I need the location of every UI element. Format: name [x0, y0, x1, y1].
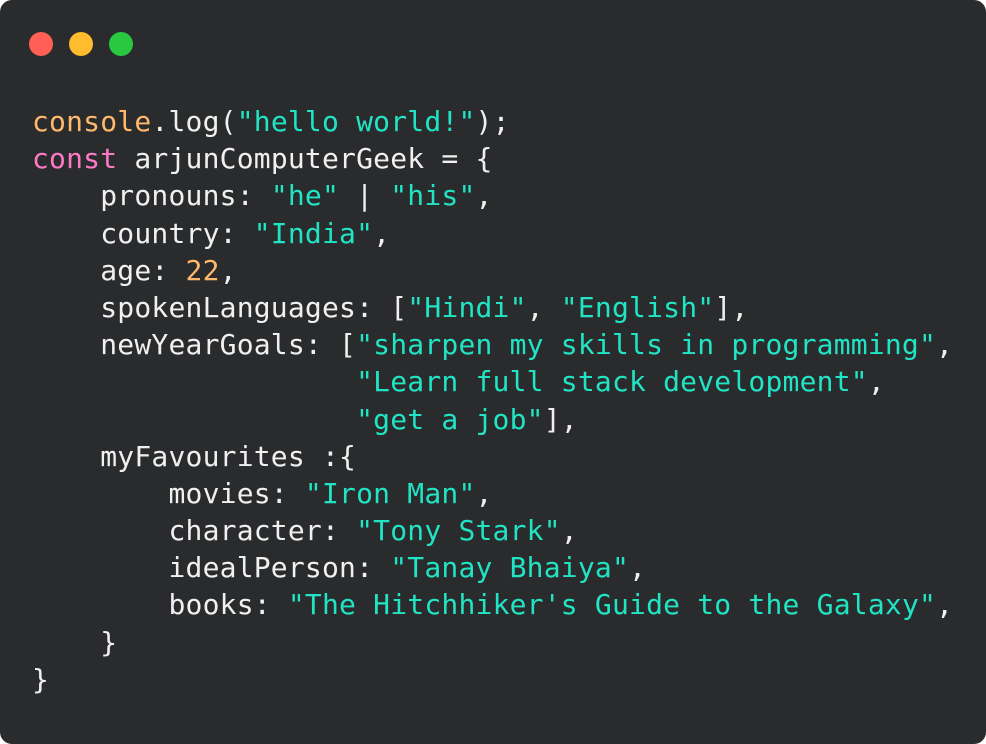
window-controls	[29, 32, 133, 56]
code-line: "Learn full stack development",	[32, 363, 953, 400]
code-token-plain: ,	[475, 476, 493, 510]
code-token-plain: }	[32, 662, 50, 696]
code-token-plain: ,	[936, 328, 954, 362]
code-line: age: 22,	[32, 252, 953, 289]
code-token-string: "Iron Man"	[304, 476, 476, 510]
code-line: pronouns: "he" | "his",	[32, 177, 953, 214]
code-token-plain: arjunComputerGeek = {	[117, 142, 493, 176]
code-token-plain: myFavourites :{	[32, 439, 357, 473]
code-line: character: "Tony Stark",	[32, 512, 953, 549]
code-token-plain: books:	[32, 588, 288, 622]
code-token-number: 22	[185, 253, 220, 287]
code-token-plain: idealPerson:	[32, 551, 391, 585]
code-token-plain: ],	[543, 402, 578, 436]
code-token-plain: |	[339, 179, 391, 213]
code-token-plain: ,	[560, 514, 578, 548]
code-token-keyword: const	[32, 142, 118, 176]
code-token-plain: ,	[475, 179, 493, 213]
code-token-plain: newYearGoals: [	[32, 328, 357, 362]
code-token-plain: ,	[373, 216, 391, 250]
code-token-string: "he"	[270, 179, 340, 213]
code-token-string: "India"	[253, 216, 374, 250]
code-token-plain: ,	[936, 588, 954, 622]
code-token-plain: character:	[32, 514, 357, 548]
code-token-string: "hello world!"	[236, 105, 476, 138]
code-token-plain: ,	[867, 365, 885, 399]
code-token-plain: );	[475, 105, 510, 138]
code-line: }	[32, 624, 953, 661]
code-token-string: "English"	[560, 290, 715, 324]
code-token-plain: ,	[629, 551, 647, 585]
code-token-string: "Tony Stark"	[356, 514, 561, 548]
code-token-plain: movies:	[32, 476, 305, 510]
code-line: country: "India",	[32, 215, 953, 252]
code-line: movies: "Iron Man",	[32, 475, 953, 512]
code-token-plain: }	[32, 625, 118, 659]
code-line: newYearGoals: ["sharpen my skills in pro…	[32, 326, 953, 363]
code-token-string: "get a job"	[356, 402, 544, 436]
minimize-button[interactable]	[69, 32, 93, 56]
code-line: "get a job"],	[32, 401, 953, 438]
close-button[interactable]	[29, 32, 53, 56]
code-line: myFavourites :{	[32, 438, 953, 475]
code-token-string: "Learn full stack development"	[356, 365, 868, 399]
code-line: const arjunComputerGeek = {	[32, 140, 953, 177]
code-token-string: "his"	[390, 179, 476, 213]
code-token-plain: .log(	[151, 105, 237, 138]
code-window: console.log("hello world!"); const arjunC…	[0, 0, 986, 744]
code-token-plain: spokenLanguages: [	[32, 290, 408, 324]
code-line: books: "The Hitchhiker's Guide to the Ga…	[32, 586, 953, 623]
code-token-plain: ],	[714, 290, 749, 324]
code-token-string: "Tanay Bhaiya"	[390, 551, 630, 585]
code-token-string: "Hindi"	[407, 290, 527, 324]
maximize-button[interactable]	[109, 32, 133, 56]
code-block: console.log("hello world!"); const arjunC…	[32, 103, 953, 698]
code-token-string: "The Hitchhiker's Guide to the Galaxy"	[287, 588, 937, 622]
code-token-plain: ,	[526, 290, 561, 324]
code-token-plain: country:	[32, 216, 254, 250]
code-token-plain: age:	[32, 253, 186, 287]
code-line: spokenLanguages: ["Hindi", "English"],	[32, 289, 953, 326]
code-line: console.log("hello world!");	[32, 103, 953, 140]
code-token-builtin: console	[32, 105, 152, 138]
code-line: }	[32, 661, 953, 698]
code-token-plain: ,	[219, 253, 237, 287]
code-line: idealPerson: "Tanay Bhaiya",	[32, 549, 953, 586]
code-token-string: "sharpen my skills in programming"	[356, 328, 937, 362]
code-token-plain: pronouns:	[32, 179, 271, 213]
